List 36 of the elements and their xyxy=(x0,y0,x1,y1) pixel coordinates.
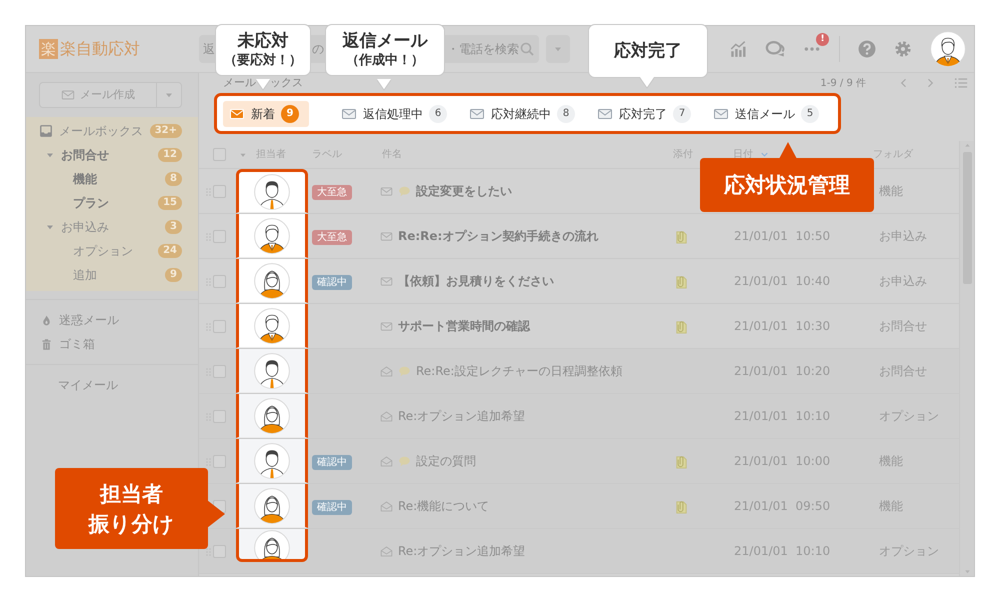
count-badge: 32+ xyxy=(150,124,182,138)
count-badge: 8 xyxy=(165,172,182,186)
count-badge: 9 xyxy=(165,268,182,282)
callout-subtitle: （要応対！） xyxy=(223,52,303,70)
page-count: 1-9 / 9 件 xyxy=(820,76,866,90)
logo-text: 楽自動応対 xyxy=(60,38,140,60)
logo-mark: 楽 xyxy=(39,39,58,59)
label-tag: 確認中 xyxy=(312,455,352,470)
label-tag: 大至急 xyxy=(312,185,352,200)
callout-subtitle: （作成中！） xyxy=(345,52,425,70)
table-cell-text: お申込み xyxy=(878,273,928,290)
callout-title: 振り分け xyxy=(87,510,176,538)
breadcrumb: ックス xyxy=(270,74,303,91)
label-tag: 確認中 xyxy=(312,275,352,290)
search-placeholder: の xyxy=(312,41,324,58)
count-badge: 24 xyxy=(158,244,182,258)
callout-title: 返信メール xyxy=(342,30,429,52)
count-badge: 3 xyxy=(165,220,182,234)
label-tag: 大至急 xyxy=(312,230,352,245)
table-cell-text: 21/01/01 10:30 xyxy=(733,318,832,335)
count-badge: 15 xyxy=(158,196,182,210)
notification-badge: ! xyxy=(816,32,829,46)
search-placeholder: ・電話を検索 xyxy=(447,41,519,58)
search-placeholder: 返 xyxy=(203,41,215,58)
table-cell-text: 21/01/01 10:50 xyxy=(733,228,832,245)
callout-title: 担当者 xyxy=(98,480,164,508)
callout-title: 未応対 xyxy=(236,30,290,52)
table-cell-text: 21/01/01 10:40 xyxy=(733,273,832,290)
callout-title: 応対完了 xyxy=(612,40,683,62)
callout-title: 応対状況管理 xyxy=(722,172,851,199)
breadcrumb: メール xyxy=(223,74,256,91)
count-badge: 12 xyxy=(158,148,182,162)
label-tag: 確認中 xyxy=(312,500,352,515)
table-cell-text: お問合せ xyxy=(878,318,928,335)
table-cell-text: お申込み xyxy=(878,228,928,245)
table-cell-text: 機能 xyxy=(878,183,904,200)
